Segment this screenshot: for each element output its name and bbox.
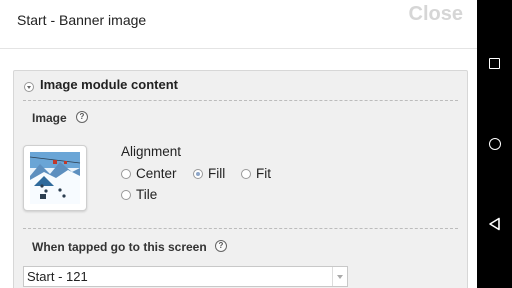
- tap-target-select[interactable]: Start - 121: [23, 266, 348, 287]
- dialog-title: Start - Banner image: [17, 12, 147, 28]
- radio-dot[interactable]: [121, 189, 131, 200]
- panel-header[interactable]: Image module content: [23, 77, 458, 101]
- radio-label: Fit: [256, 166, 271, 181]
- image-label: Image: [32, 111, 67, 125]
- section-divider: [23, 228, 458, 229]
- help-icon[interactable]: ?: [76, 111, 88, 123]
- radio-dot[interactable]: [241, 168, 251, 179]
- alignment-fit-radio[interactable]: Fit: [241, 166, 271, 181]
- tap-target-label: When tapped go to this screen: [32, 240, 207, 254]
- recents-square-icon: [489, 57, 500, 69]
- alignment-center-radio[interactable]: Center: [121, 166, 177, 181]
- android-navigation-bar: [477, 0, 512, 288]
- panel-title: Image module content: [40, 77, 178, 92]
- back-button[interactable]: [477, 204, 512, 244]
- help-icon[interactable]: ?: [215, 240, 227, 252]
- home-button[interactable]: [477, 124, 512, 164]
- radio-label: Center: [136, 166, 177, 181]
- back-triangle-icon: [488, 217, 500, 231]
- banner-image-thumbnail[interactable]: [23, 145, 87, 211]
- alignment-label: Alignment: [121, 144, 182, 159]
- chevron-down-icon[interactable]: [332, 267, 347, 286]
- home-circle-icon: [488, 138, 501, 150]
- alignment-fill-radio[interactable]: Fill: [193, 166, 225, 181]
- dialog-header: Start - Banner image Close: [0, 0, 477, 49]
- select-value: Start - 121: [27, 269, 88, 284]
- collapse-icon[interactable]: [24, 82, 34, 92]
- radio-dot-selected[interactable]: [193, 168, 203, 179]
- radio-label: Tile: [136, 187, 158, 202]
- alignment-tile-radio[interactable]: Tile: [121, 187, 157, 202]
- dialog-screen: Start - Banner image Close Image module …: [0, 0, 477, 288]
- close-button[interactable]: Close: [409, 3, 463, 26]
- ski-landscape-image: [29, 152, 81, 204]
- radio-dot[interactable]: [121, 168, 131, 179]
- radio-label: Fill: [208, 166, 226, 181]
- image-module-panel: Image module content Image ? Alignment C…: [13, 70, 468, 288]
- recents-button[interactable]: [477, 43, 512, 83]
